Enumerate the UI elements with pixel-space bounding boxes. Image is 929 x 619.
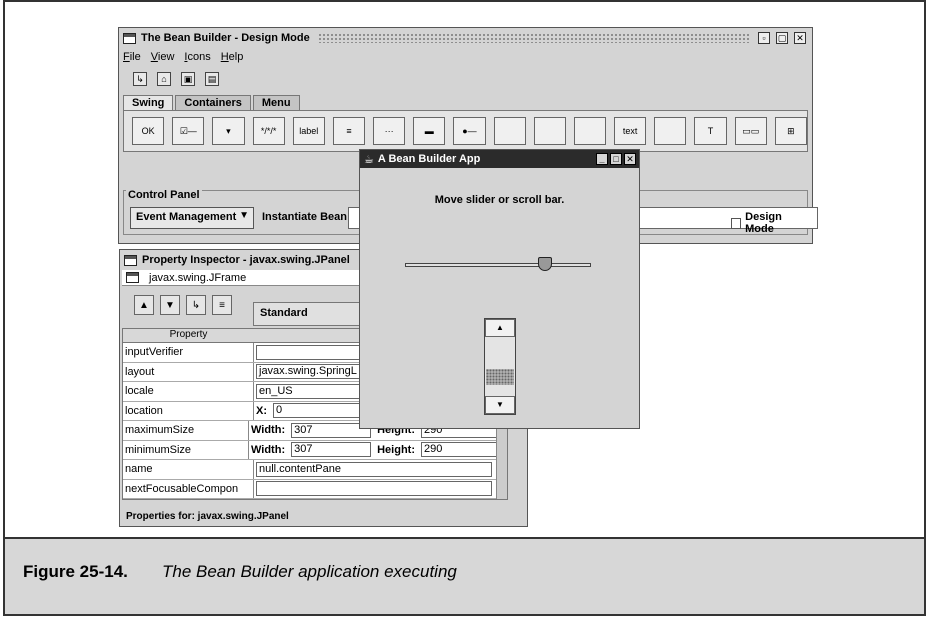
chevron-down-icon: ▼ [239,210,249,221]
property-name: inputVerifier [123,343,254,362]
checkbox-bean-icon[interactable]: ☑— [172,117,205,145]
inspector-status: Properties for: javax.swing.JPanel [126,511,289,522]
minimize-icon[interactable]: _ [596,153,608,165]
app-title: A Bean Builder App [377,153,481,165]
open-file-icon[interactable]: ⌂ [157,72,171,86]
bean-palette: OK ☑— ▾ */*/* label ≡ ··· ▬ ●— text T ▭▭ ⊞ [123,110,808,152]
property-value-field[interactable] [256,344,376,360]
main-window-title: The Bean Builder - Design Mode [141,32,310,44]
tab-swing[interactable]: Swing [123,95,174,110]
design-mode-toggle[interactable]: Design Mode [731,211,807,235]
property-value-field[interactable]: null.contentPane [256,461,492,477]
spinner-bean-icon[interactable] [573,117,607,145]
window-icon [124,254,137,266]
progressbar-bean-icon[interactable]: ▬ [413,117,446,145]
window-icon [123,32,136,44]
table-bean-icon[interactable]: ▭▭ [734,117,767,145]
bean-builder-app-window: ☕ A Bean Builder App _ □ ✕ Move slider o… [359,149,640,429]
height-field[interactable]: 290 [421,442,507,458]
menu-icons[interactable]: Icons [184,51,210,63]
tree-bean-icon[interactable]: ⊞ [774,117,807,145]
close-icon[interactable]: ✕ [794,32,806,44]
maximize-icon[interactable]: □ [610,153,622,165]
app-message: Move slider or scroll bar. [434,194,565,206]
x-label: X: [256,404,267,417]
instantiate-bean-label: Instantiate Bean [262,211,347,223]
width-label: Width: [251,424,286,437]
textpane-bean-icon[interactable]: T [694,117,727,145]
up-arrow-icon[interactable]: ▲ [134,295,154,315]
width-field[interactable]: 307 [291,442,372,458]
password-field-icon[interactable]: */*/* [252,117,285,145]
textfield-empty-icon[interactable] [654,117,687,145]
tree-item-label: javax.swing.JFrame [149,271,247,284]
height-label: Height: [377,443,415,456]
down-arrow-icon[interactable]: ▼ [160,295,180,315]
property-name: minimumSize [123,440,249,459]
main-titlebar[interactable]: The Bean Builder - Design Mode ▫ ▢ ✕ [119,28,812,48]
figure-caption-text: The Bean Builder application executing [162,562,457,581]
table-row[interactable]: name null.contentPane [123,460,507,480]
label-bean-icon[interactable]: label [292,117,325,145]
maximize-icon[interactable]: ▢ [776,32,788,44]
vertical-scrollbar[interactable]: ▲ ▼ [484,318,516,415]
coffee-cup-icon: ☕ [364,153,374,166]
new-icon[interactable]: ↳ [186,295,206,315]
scroll-up-icon[interactable]: ▲ [485,319,515,337]
property-name: locale [123,382,254,401]
view-combo[interactable]: Standard [253,302,363,326]
table-row[interactable]: minimumSize Width: 307 Height: 290 [123,440,507,460]
frame-icon [126,272,139,283]
button-bean-icon[interactable]: OK [132,117,165,145]
scrollbar-thumb[interactable] [486,369,514,386]
close-icon[interactable]: ✕ [624,153,636,165]
save-all-icon[interactable]: ▤ [205,72,219,86]
scroll-down-icon[interactable]: ▼ [485,396,515,414]
property-value-field[interactable]: javax.swing.SpringL [256,364,376,380]
property-name: location [123,401,254,420]
property-name: layout [123,362,254,381]
tab-containers[interactable]: Containers [175,95,251,110]
menu-view[interactable]: View [151,51,175,63]
menu-file[interactable]: File [123,51,141,63]
design-mode-label: Design Mode [745,211,782,235]
save-icon[interactable]: ▣ [181,72,195,86]
textfield-bean-icon[interactable]: ··· [373,117,406,145]
property-name: name [123,460,254,479]
event-management-combo[interactable]: Event Management ▼ [130,207,254,229]
column-property[interactable]: Property [123,329,254,342]
property-value-field[interactable] [256,481,492,497]
event-management-value: Event Management [136,211,237,223]
new-file-icon[interactable]: ↳ [133,72,147,86]
slider-bean-icon[interactable] [533,117,566,145]
main-toolbar: ↳ ⌂ ▣ ▤ [119,66,812,92]
table-row[interactable]: nextFocusableCompon [123,479,507,499]
minimize-icon[interactable]: ▫ [758,32,770,44]
design-mode-checkbox[interactable] [731,217,742,229]
sort-icon[interactable]: ≡ [212,295,232,315]
inspector-title: Property Inspector - javax.swing.JPanel [142,254,350,266]
slider-thumb[interactable] [537,257,552,271]
figure-caption: Figure 25-14. The Bean Builder applicati… [5,537,924,614]
slider-track[interactable] [405,263,591,267]
combobox-bean-icon[interactable]: ▾ [212,117,245,145]
width-label: Width: [251,443,286,456]
menu-help[interactable]: Help [221,51,244,63]
control-panel-title: Control Panel [126,189,202,201]
palette-tabs: Swing Containers Menu [119,92,812,110]
titlebar-grip [317,33,750,43]
menubar: File View Icons Help [119,48,812,66]
tab-menu[interactable]: Menu [252,95,300,110]
property-name: nextFocusableCompon [123,479,254,498]
x-field[interactable]: 0 [273,403,373,419]
scrollbar-bean-icon[interactable] [493,117,526,145]
radiobutton-bean-icon[interactable]: ●— [453,117,486,145]
app-titlebar[interactable]: ☕ A Bean Builder App _ □ ✕ [360,150,639,168]
figure-number: Figure 25-14. [23,562,128,581]
page-frame: The Bean Builder - Design Mode ▫ ▢ ✕ Fil… [3,0,926,616]
textarea-bean-icon[interactable]: text [614,117,647,145]
property-name: maximumSize [123,421,249,440]
property-value-field[interactable]: en_US [256,383,376,399]
list-bean-icon[interactable]: ≡ [332,117,366,145]
